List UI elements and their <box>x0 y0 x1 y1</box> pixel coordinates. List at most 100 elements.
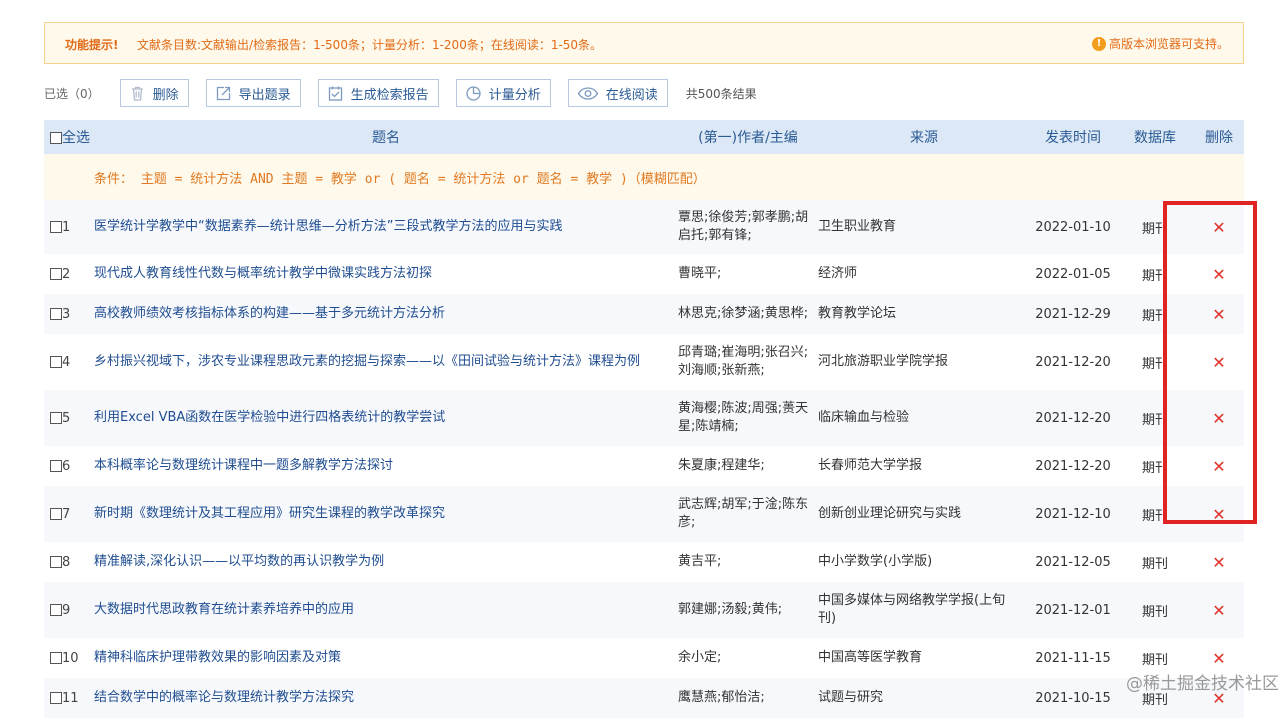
row-select[interactable]: 2 <box>44 254 94 294</box>
select-all-header[interactable]: 全选 <box>44 120 94 154</box>
close-icon[interactable]: ✕ <box>1212 218 1225 237</box>
close-icon[interactable]: ✕ <box>1212 505 1225 524</box>
row-title-link[interactable]: 利用Excel VBA函数在医学检验中进行四格表统计的教学尝试 <box>94 390 678 446</box>
export-button-label: 导出题录 <box>239 84 291 103</box>
row-title-link[interactable]: 精准解读,深化认识——以平均数的再认识教学为例 <box>94 542 678 582</box>
row-select[interactable]: 3 <box>44 294 94 334</box>
title-header[interactable]: 题名 <box>94 120 678 154</box>
row-date: 2021-11-15 <box>1030 638 1116 678</box>
row-source[interactable]: 经济师 <box>818 254 1030 294</box>
row-select[interactable]: 4 <box>44 334 94 390</box>
table-row: 1 医学统计学教学中“数据素养—统计思维—分析方法”三段式教学方法的应用与实践覃思… <box>44 200 1244 254</box>
row-checkbox[interactable] <box>50 508 62 520</box>
row-delete-button[interactable]: ✕ <box>1194 200 1244 254</box>
row-source[interactable]: 中国多媒体与网络教学学报(上旬刊) <box>818 582 1030 638</box>
row-title-link[interactable]: 高校教师绩效考核指标体系的构建——基于多元统计方法分析 <box>94 294 678 334</box>
row-select[interactable]: 7 <box>44 486 94 542</box>
row-number: 8 <box>62 555 70 570</box>
row-checkbox[interactable] <box>50 604 62 616</box>
online-read-label: 在线阅读 <box>606 84 658 103</box>
generate-report-button[interactable]: 生成检索报告 <box>318 79 439 107</box>
row-source[interactable]: 中小学数学(小学版) <box>818 542 1030 582</box>
row-delete-button[interactable]: ✕ <box>1194 446 1244 486</box>
row-checkbox[interactable] <box>50 652 62 664</box>
row-checkbox[interactable] <box>50 412 62 424</box>
row-delete-button[interactable]: ✕ <box>1194 334 1244 390</box>
delete-button[interactable]: 删除 <box>120 79 189 107</box>
row-checkbox[interactable] <box>50 692 62 704</box>
delete-button-label: 删除 <box>153 84 179 103</box>
row-checkbox[interactable] <box>50 308 62 320</box>
table-row: 11结合数学中的概率论与数理统计教学方法探究鹰慧燕;郁怡洁;试题与研究2021-… <box>44 678 1244 718</box>
row-database: 期刊 <box>1116 254 1194 294</box>
row-author: 朱夏康;程建华; <box>678 446 818 486</box>
row-checkbox[interactable] <box>50 556 62 568</box>
source-header[interactable]: 来源 <box>818 120 1030 154</box>
row-source[interactable]: 中国高等医学教育 <box>818 638 1030 678</box>
close-icon[interactable]: ✕ <box>1212 601 1225 620</box>
close-icon[interactable]: ✕ <box>1212 265 1225 284</box>
row-delete-button[interactable]: ✕ <box>1194 390 1244 446</box>
row-number: 1 <box>62 220 70 235</box>
close-icon[interactable]: ✕ <box>1212 457 1225 476</box>
row-author: 曹晓平; <box>678 254 818 294</box>
close-icon[interactable]: ✕ <box>1212 409 1225 428</box>
selected-count: 已选（0） <box>44 85 100 102</box>
close-icon[interactable]: ✕ <box>1212 353 1225 372</box>
row-select[interactable]: 9 <box>44 582 94 638</box>
row-source[interactable]: 教育教学论坛 <box>818 294 1030 334</box>
online-read-button[interactable]: 在线阅读 <box>568 79 668 107</box>
row-database: 期刊 <box>1116 542 1194 582</box>
row-delete-button[interactable]: ✕ <box>1194 254 1244 294</box>
row-source[interactable]: 临床输血与检验 <box>818 390 1030 446</box>
row-delete-button[interactable]: ✕ <box>1194 486 1244 542</box>
author-header[interactable]: (第一)作者/主编 <box>678 120 818 154</box>
row-title-link[interactable]: 大数据时代思政教育在统计素养培养中的应用 <box>94 582 678 638</box>
row-source[interactable]: 创新创业理论研究与实践 <box>818 486 1030 542</box>
row-title-link[interactable]: 精神科临床护理带教效果的影响因素及对策 <box>94 638 678 678</box>
row-delete-button[interactable]: ✕ <box>1194 542 1244 582</box>
notice-label: 功能提示! <box>65 36 118 53</box>
row-select[interactable]: 5 <box>44 390 94 446</box>
row-author: 覃思;徐俊芳;郭孝鹏;胡启托;郭有锋; <box>678 200 818 254</box>
table-row: 9大数据时代思政教育在统计素养培养中的应用郭建娜;汤毅;黄伟;中国多媒体与网络教… <box>44 582 1244 638</box>
export-button[interactable]: 导出题录 <box>206 79 301 107</box>
row-date: 2021-12-29 <box>1030 294 1116 334</box>
row-delete-button[interactable]: ✕ <box>1194 582 1244 638</box>
row-title-link[interactable]: 乡村振兴视域下，涉农专业课程思政元素的挖掘与探索——以《田间试验与统计方法》课程… <box>94 334 678 390</box>
row-select[interactable]: 10 <box>44 638 94 678</box>
row-date: 2022-01-05 <box>1030 254 1116 294</box>
row-title-link[interactable]: 结合数学中的概率论与数理统计教学方法探究 <box>94 678 678 718</box>
row-select[interactable]: 8 <box>44 542 94 582</box>
row-checkbox[interactable] <box>50 356 62 368</box>
table-row: 10精神科临床护理带教效果的影响因素及对策余小定;中国高等医学教育2021-11… <box>44 638 1244 678</box>
row-date: 2021-12-20 <box>1030 334 1116 390</box>
select-all-checkbox[interactable] <box>50 132 62 144</box>
row-title-link[interactable]: 本科概率论与数理统计课程中一题多解教学方法探讨 <box>94 446 678 486</box>
row-source[interactable]: 试题与研究 <box>818 678 1030 718</box>
row-source[interactable]: 河北旅游职业学院学报 <box>818 334 1030 390</box>
row-source[interactable]: 卫生职业教育 <box>818 200 1030 254</box>
table-header: 全选 题名 (第一)作者/主编 来源 发表时间 数据库 删除 <box>44 120 1244 154</box>
row-title-link[interactable]: 现代成人教育线性代数与概率统计教学中微课实践方法初探 <box>94 254 678 294</box>
close-icon[interactable]: ✕ <box>1212 649 1225 668</box>
row-checkbox[interactable] <box>50 460 62 472</box>
date-header[interactable]: 发表时间 <box>1030 120 1116 154</box>
row-database: 期刊 <box>1116 200 1194 254</box>
close-icon[interactable]: ✕ <box>1212 553 1225 572</box>
row-select[interactable]: 1 <box>44 200 94 254</box>
row-source[interactable]: 长春师范大学学报 <box>818 446 1030 486</box>
database-header[interactable]: 数据库 <box>1116 120 1194 154</box>
row-database: 期刊 <box>1116 334 1194 390</box>
close-icon[interactable]: ✕ <box>1212 305 1225 324</box>
row-delete-button[interactable]: ✕ <box>1194 294 1244 334</box>
row-title-link[interactable]: 医学统计学教学中“数据素养—统计思维—分析方法”三段式教学方法的应用与实践 <box>94 200 678 254</box>
table-row: 5利用Excel VBA函数在医学检验中进行四格表统计的教学尝试黄海樱;陈波;周… <box>44 390 1244 446</box>
row-number: 5 <box>62 411 70 426</box>
row-checkbox[interactable] <box>50 268 62 280</box>
row-checkbox[interactable] <box>50 221 62 233</box>
row-select[interactable]: 6 <box>44 446 94 486</box>
row-select[interactable]: 11 <box>44 678 94 718</box>
row-title-link[interactable]: 新时期《数理统计及其工程应用》研究生课程的教学改革探究 <box>94 486 678 542</box>
analysis-button[interactable]: 计量分析 <box>456 79 551 107</box>
